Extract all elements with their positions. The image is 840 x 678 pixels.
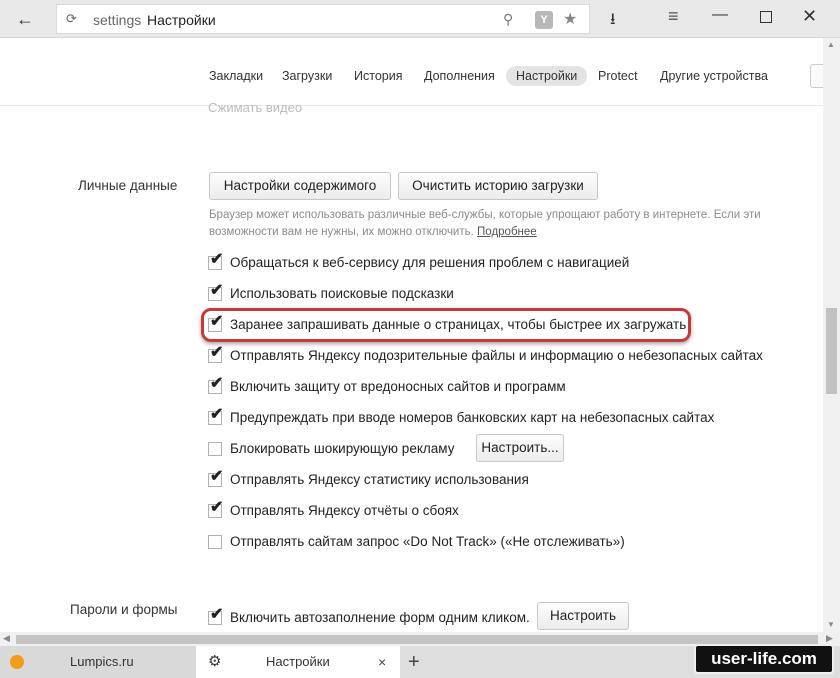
checkbox[interactable] xyxy=(208,442,222,456)
content-settings-button[interactable]: Настройки содержимого xyxy=(209,172,391,200)
compress-video-option: Сжимать видео xyxy=(208,100,303,115)
tab-settings[interactable]: ⚙ Настройки × xyxy=(196,646,400,678)
option-label: Использовать поисковые подсказки xyxy=(230,286,454,301)
orange-favicon-icon xyxy=(10,655,24,669)
checkmark-icon: ✔ xyxy=(210,313,224,330)
tab-title: Настройки xyxy=(266,654,330,669)
checkbox[interactable]: ✔ xyxy=(208,345,223,363)
checkbox[interactable]: ✔ xyxy=(208,283,223,301)
checkbox[interactable]: ✔ xyxy=(208,607,223,625)
browser-toolbar: ← ⟳ settings Настройки ⚲ Y ★ ⭳ ≡ — ✕ xyxy=(0,0,840,38)
new-tab-icon[interactable]: + xyxy=(408,646,420,678)
settings-nav: Закладки Загрузки История Дополнения Нас… xyxy=(0,38,823,106)
tab-lumpics[interactable]: Lumpics.ru xyxy=(0,646,196,678)
scroll-down-icon[interactable]: ▼ xyxy=(827,620,835,629)
option-label: Включить автозаполнение форм одним клико… xyxy=(230,610,530,625)
close-icon[interactable]: ✕ xyxy=(802,6,817,27)
option-label: Отправлять Яндексу подозрительные файлы … xyxy=(230,348,763,363)
address-bar[interactable]: ⟳ settings Настройки ⚲ Y ★ xyxy=(56,4,590,34)
option-label: Предупреждать при вводе номеров банковск… xyxy=(230,410,715,425)
personal-data-description: Браузер может использовать различные веб… xyxy=(209,207,789,241)
checkbox[interactable]: ✔ xyxy=(208,376,223,394)
passwords-forms-label: Пароли и формы xyxy=(70,602,178,617)
checkmark-icon: ✔ xyxy=(210,606,224,623)
checkmark-icon: ✔ xyxy=(210,468,224,485)
vertical-scrollbar[interactable]: ▲ ▼ xyxy=(823,38,840,632)
nav-other-devices[interactable]: Другие устройства xyxy=(660,66,768,86)
option-label: Отправлять сайтам запрос «Do Not Track» … xyxy=(230,534,625,549)
minimize-icon[interactable]: — xyxy=(712,6,728,24)
checkbox[interactable]: ✔ xyxy=(208,469,223,487)
yandex-icon[interactable]: Y xyxy=(535,11,553,29)
tab-title: Lumpics.ru xyxy=(70,654,134,669)
scroll-up-icon[interactable]: ▲ xyxy=(827,40,835,49)
download-icon[interactable]: ⭳ xyxy=(610,8,616,35)
maximize-icon[interactable] xyxy=(760,11,772,23)
ads-configure-button[interactable]: Настроить... xyxy=(476,434,564,462)
option-label: Обращаться к веб-сервису для решения про… xyxy=(230,255,630,270)
gear-icon: ⚙ xyxy=(208,653,222,670)
url-prefix: settings xyxy=(93,12,142,28)
option-label: Отправлять Яндексу статистику использова… xyxy=(230,472,529,487)
checkbox[interactable]: ✔ xyxy=(208,252,223,270)
nav-settings[interactable]: Настройки xyxy=(506,66,588,86)
checkbox[interactable]: ✔ xyxy=(208,407,223,425)
nav-protect[interactable]: Protect xyxy=(598,66,638,86)
autofill-configure-button[interactable]: Настроить xyxy=(537,602,629,630)
checkmark-icon: ✔ xyxy=(210,282,224,299)
option-label: Блокировать шокирующую рекламу xyxy=(230,441,455,456)
watermark: user-life.com xyxy=(694,644,834,674)
nav-history[interactable]: История xyxy=(354,66,402,86)
menu-icon[interactable]: ≡ xyxy=(668,6,679,27)
nav-bookmarks[interactable]: Закладки xyxy=(209,66,263,86)
tab-close-icon[interactable]: × xyxy=(378,646,386,678)
checkmark-icon: ✔ xyxy=(210,406,224,423)
checkmark-icon: ✔ xyxy=(210,375,224,392)
clear-history-button[interactable]: Очистить историю загрузки xyxy=(398,172,598,200)
scroll-right-icon[interactable]: ▶ xyxy=(826,633,833,644)
settings-page: Закладки Загрузки История Дополнения Нас… xyxy=(0,38,823,632)
option-label: Отправлять Яндексу отчёты о сбоях xyxy=(230,503,459,518)
checkmark-icon: ✔ xyxy=(210,251,224,268)
scroll-left-icon[interactable]: ◀ xyxy=(3,633,10,644)
checkbox[interactable]: ✔ xyxy=(208,314,223,332)
back-arrow-icon[interactable]: ← xyxy=(14,8,36,30)
browser-window: ← ⟳ settings Настройки ⚲ Y ★ ⭳ ≡ — ✕ Зак… xyxy=(0,0,840,678)
option-label: Заранее запрашивать данные о страницах, … xyxy=(230,317,687,332)
checkbox[interactable] xyxy=(208,535,222,549)
nav-extensions[interactable]: Дополнения xyxy=(424,66,495,86)
vertical-scroll-thumb[interactable] xyxy=(826,308,837,394)
nav-overflow-button[interactable] xyxy=(810,64,823,88)
checkbox[interactable]: ✔ xyxy=(208,500,223,518)
star-icon[interactable]: ★ xyxy=(563,9,577,29)
horizontal-scroll-thumb[interactable] xyxy=(16,635,818,644)
url-page-title: Настройки xyxy=(147,12,216,28)
checkmark-icon: ✔ xyxy=(210,344,224,361)
personal-data-label: Личные данные xyxy=(78,178,178,193)
more-link[interactable]: Подробнее xyxy=(477,226,537,238)
option-label: Включить защиту от вредоносных сайтов и … xyxy=(230,379,566,394)
search-icon[interactable]: ⚲ xyxy=(503,11,513,28)
nav-downloads[interactable]: Загрузки xyxy=(282,66,332,86)
checkmark-icon: ✔ xyxy=(210,499,224,516)
reload-icon[interactable]: ⟳ xyxy=(66,11,77,27)
